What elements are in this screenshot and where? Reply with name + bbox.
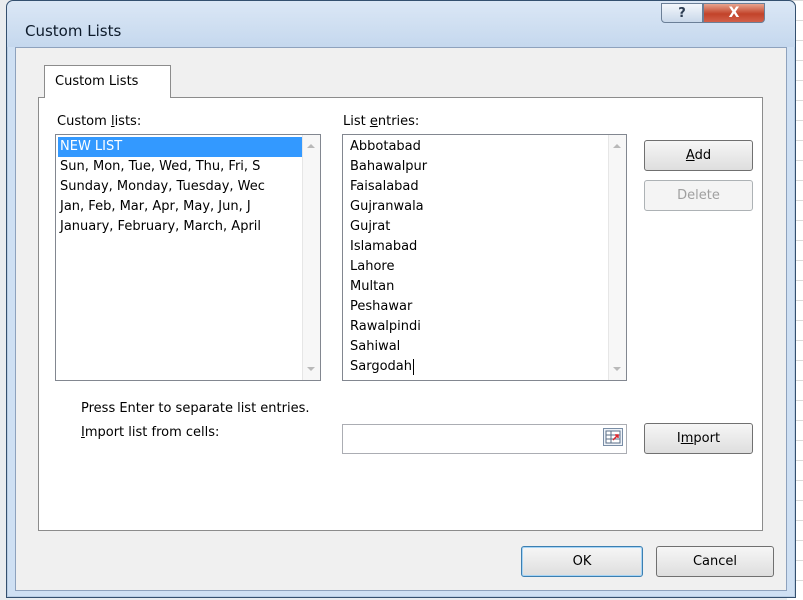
list-entry-line: Lahore: [348, 257, 608, 277]
custom-lists-label: Custom lists:: [57, 114, 142, 129]
title-bar: Custom Lists ? X: [7, 1, 795, 47]
list-entries-items: Abbotabad Bahawalpur Faisalabad Gujranwala G…: [348, 137, 608, 377]
tab-panel: Custom lists: NEW LIST Sun, Mon, Tue, Wed…: [38, 97, 763, 531]
list-entry-line: Sargodah: [348, 357, 608, 377]
list-entry-text: Bahawalpur: [350, 159, 428, 174]
delete-button[interactable]: Delete: [644, 180, 753, 211]
help-icon: ?: [678, 5, 686, 21]
list-entry-text: Faisalabad: [350, 179, 419, 194]
list-entry-line: Gujranwala: [348, 197, 608, 217]
import-button-label: Import: [676, 431, 721, 446]
text-caret: [413, 358, 414, 375]
list-entries-textarea[interactable]: Abbotabad Bahawalpur Faisalabad Gujranwala G…: [342, 134, 627, 381]
list-entry-text: Gujranwala: [350, 199, 424, 214]
list-entry-line: Multan: [348, 277, 608, 297]
list-entry-text: Sahiwal: [350, 339, 401, 354]
list-entry-text: Sargodah: [350, 359, 412, 374]
add-button-label: Add: [685, 148, 712, 163]
custom-lists-scrollbar[interactable]: [302, 135, 320, 380]
list-entry-text: Gujrat: [350, 219, 391, 234]
list-entry-line: Islamabad: [348, 237, 608, 257]
add-button[interactable]: Add: [644, 140, 753, 171]
scroll-up-icon[interactable]: [307, 144, 315, 148]
list-entry-text: Rawalpindi: [350, 319, 421, 334]
list-entry-text: Islamabad: [350, 239, 418, 254]
custom-list-item[interactable]: Jan, Feb, Mar, Apr, May, Jun, J: [58, 197, 302, 217]
dialog-title: Custom Lists: [25, 22, 122, 40]
list-entry-line: Rawalpindi: [348, 317, 608, 337]
import-label: Import list from cells:: [81, 425, 220, 440]
list-entries-scrollbar[interactable]: [608, 135, 626, 380]
close-button[interactable]: X: [703, 3, 765, 23]
list-entry-line: Faisalabad: [348, 177, 608, 197]
tab-custom-lists[interactable]: Custom Lists: [44, 65, 171, 98]
custom-lists-items: NEW LIST Sun, Mon, Tue, Wed, Thu, Fri, SS…: [58, 137, 302, 237]
cancel-button-label: Cancel: [692, 554, 738, 569]
list-entry-text: Peshawar: [350, 299, 413, 314]
collapse-dialog-icon[interactable]: [603, 428, 623, 446]
list-entry-text: Multan: [350, 279, 395, 294]
list-entry-text: Lahore: [350, 259, 395, 274]
scroll-down-icon[interactable]: [613, 367, 621, 371]
list-entry-text: Abbotabad: [350, 139, 421, 154]
custom-list-item[interactable]: Sunday, Monday, Tuesday, Wec: [58, 177, 302, 197]
custom-list-item[interactable]: NEW LIST: [58, 137, 302, 157]
ok-button[interactable]: OK: [521, 546, 643, 577]
list-entry-line: Peshawar: [348, 297, 608, 317]
custom-lists-listbox[interactable]: NEW LIST Sun, Mon, Tue, Wed, Thu, Fri, SS…: [55, 134, 321, 381]
custom-list-item[interactable]: Sun, Mon, Tue, Wed, Thu, Fri, S: [58, 157, 302, 177]
list-entries-label: List entries:: [343, 114, 420, 129]
ok-button-label: OK: [572, 554, 592, 569]
dialog-body: Custom Lists Custom lists: NEW LIST Sun, …: [15, 47, 787, 591]
hint-text: Press Enter to separate list entries.: [81, 401, 310, 416]
list-entry-line: Bahawalpur: [348, 157, 608, 177]
custom-list-item[interactable]: January, February, March, April: [58, 217, 302, 237]
list-entry-line: Gujrat: [348, 217, 608, 237]
list-entry-line: Sahiwal: [348, 337, 608, 357]
tab-label: Custom Lists: [55, 74, 139, 89]
custom-lists-dialog: Custom Lists ? X Custom Lists Custom lis…: [6, 0, 796, 598]
delete-button-label: Delete: [677, 188, 720, 203]
close-icon: X: [728, 5, 740, 21]
help-button[interactable]: ?: [661, 3, 703, 23]
list-entry-line: Abbotabad: [348, 137, 608, 157]
scroll-down-icon[interactable]: [307, 367, 315, 371]
cancel-button[interactable]: Cancel: [656, 546, 774, 577]
import-button[interactable]: Import: [644, 423, 753, 454]
import-range-input[interactable]: [342, 424, 627, 454]
scroll-up-icon[interactable]: [613, 144, 621, 148]
